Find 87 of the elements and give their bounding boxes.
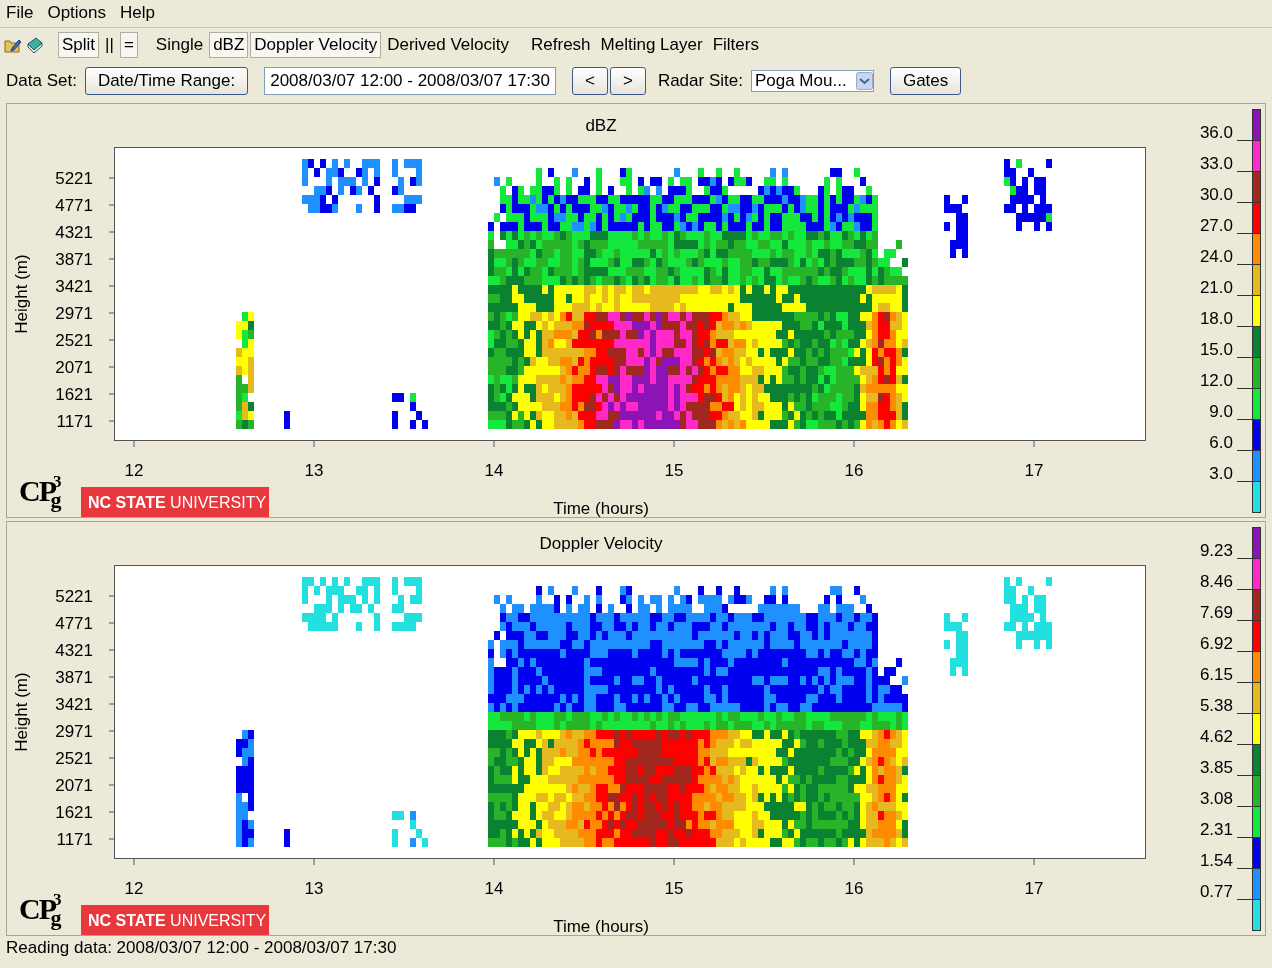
x-axis-label: Time (hours) bbox=[553, 917, 649, 935]
legend-label: 3.85 bbox=[1199, 757, 1233, 777]
x-tick-label: 15 bbox=[664, 879, 684, 898]
legend-label: 8.46 bbox=[1199, 571, 1233, 591]
book-icon[interactable] bbox=[26, 36, 44, 54]
y-tick-label: 5221 bbox=[55, 587, 93, 606]
legend-label: 30.0 bbox=[1199, 184, 1233, 204]
y-tick-label: 4771 bbox=[55, 196, 93, 215]
legend-label: 6.0 bbox=[1209, 432, 1233, 452]
date-range-button[interactable]: Date/Time Range: bbox=[84, 66, 249, 96]
legend-label: 15.0 bbox=[1199, 339, 1233, 359]
legend-label: 5.38 bbox=[1199, 695, 1233, 715]
legend-label: 27.0 bbox=[1199, 215, 1233, 235]
legend-label: 9.0 bbox=[1209, 401, 1233, 421]
y-tick-label: 2971 bbox=[55, 304, 93, 323]
y-tick-label: 3421 bbox=[55, 695, 93, 714]
y-tick-label: 1621 bbox=[55, 803, 93, 822]
x-tick-label: 17 bbox=[1024, 461, 1044, 480]
toolbar-toggle[interactable]: Split bbox=[58, 31, 100, 59]
x-tick-label: 15 bbox=[664, 461, 684, 480]
legend-label: 21.0 bbox=[1199, 277, 1233, 297]
x-tick-label: 13 bbox=[304, 461, 324, 480]
menu-item[interactable]: Help bbox=[120, 3, 155, 24]
menu-item[interactable]: Options bbox=[47, 3, 106, 24]
y-axis-label: Height (m) bbox=[12, 672, 31, 752]
menu-item[interactable]: File bbox=[6, 3, 34, 24]
y-tick-label: 4321 bbox=[55, 641, 93, 660]
chart-title: Doppler Velocity bbox=[539, 534, 663, 553]
legend-label: 4.62 bbox=[1199, 726, 1233, 746]
x-tick-label: 12 bbox=[124, 879, 144, 898]
x-tick-label: 16 bbox=[844, 879, 864, 898]
x-tick-label: 12 bbox=[124, 461, 144, 480]
legend-label: 6.15 bbox=[1199, 664, 1233, 684]
x-axis-label: Time (hours) bbox=[553, 499, 649, 517]
toolbar-toggle[interactable]: Refresh bbox=[527, 31, 595, 59]
toolbar-toggle[interactable]: || bbox=[101, 31, 118, 59]
toolbar-toggle[interactable]: dBZ bbox=[209, 31, 249, 59]
toolbar-toggle[interactable]: Filters bbox=[708, 31, 763, 59]
legend-label: 33.0 bbox=[1199, 153, 1233, 173]
y-tick-label: 4771 bbox=[55, 614, 93, 633]
chart-title: dBZ bbox=[585, 116, 617, 135]
y-tick-label: 4321 bbox=[55, 223, 93, 242]
legend-label: 24.0 bbox=[1199, 246, 1233, 266]
y-tick-label: 5221 bbox=[55, 169, 93, 188]
university-logo-badge: NC STATE UNIVERSITY bbox=[81, 905, 269, 935]
y-axis-label: Height (m) bbox=[12, 254, 31, 334]
toolbar-toggle[interactable]: Derived Velocity bbox=[383, 31, 514, 59]
x-tick-label: 16 bbox=[844, 461, 864, 480]
y-tick-label: 1171 bbox=[56, 830, 93, 849]
legend-label: 3.08 bbox=[1199, 788, 1233, 808]
next-button[interactable]: > bbox=[609, 66, 646, 96]
x-tick-label: 14 bbox=[484, 879, 504, 898]
y-tick-label: 3421 bbox=[55, 277, 93, 296]
toolbar-toggle[interactable]: = bbox=[119, 31, 138, 59]
y-tick-label: 2521 bbox=[55, 749, 93, 768]
legend-label: 3.0 bbox=[1209, 463, 1233, 483]
y-tick-label: 1171 bbox=[56, 412, 93, 431]
date-range-field[interactable]: 2008/03/07 12:00 - 2008/03/07 17:30 bbox=[264, 66, 556, 96]
y-tick-label: 2971 bbox=[55, 722, 93, 741]
legend-label: 7.69 bbox=[1199, 602, 1233, 622]
legend-label: 18.0 bbox=[1199, 308, 1233, 328]
legend-label: 12.0 bbox=[1199, 370, 1233, 390]
radar-site-label: Radar Site: bbox=[657, 70, 743, 92]
legend-label: 2.31 bbox=[1199, 819, 1233, 839]
toolbar-toggle[interactable]: Single bbox=[151, 31, 208, 59]
x-tick-label: 14 bbox=[484, 461, 504, 480]
legend-label: 6.92 bbox=[1199, 633, 1233, 653]
x-tick-label: 13 bbox=[304, 879, 324, 898]
y-tick-label: 2071 bbox=[55, 776, 93, 795]
y-tick-label: 2521 bbox=[55, 331, 93, 350]
status-bar-text: Reading data: 2008/03/07 12:00 - 2008/03/07 17:30 bbox=[5, 938, 398, 959]
y-tick-label: 3871 bbox=[55, 668, 93, 687]
legend-label: 0.77 bbox=[1199, 881, 1233, 901]
y-tick-label: 1621 bbox=[55, 385, 93, 404]
dataset-label: Data Set: bbox=[6, 70, 77, 92]
radar-site-dropdown[interactable]: Poga Mou... bbox=[750, 70, 874, 92]
toolbar-toggle[interactable]: Doppler Velocity bbox=[250, 31, 382, 59]
toolbar-toggle[interactable]: Melting Layer bbox=[596, 31, 707, 59]
gates-button[interactable]: Gates bbox=[889, 66, 962, 96]
legend-label: 36.0 bbox=[1199, 122, 1233, 142]
previous-button[interactable]: < bbox=[572, 66, 608, 96]
legend-label: 1.54 bbox=[1199, 850, 1233, 870]
university-logo-badge: NC STATE UNIVERSITY bbox=[81, 487, 269, 517]
y-tick-label: 2071 bbox=[55, 358, 93, 377]
legend-label: 9.23 bbox=[1199, 540, 1233, 560]
x-tick-label: 17 bbox=[1024, 879, 1044, 898]
y-tick-label: 3871 bbox=[55, 250, 93, 269]
